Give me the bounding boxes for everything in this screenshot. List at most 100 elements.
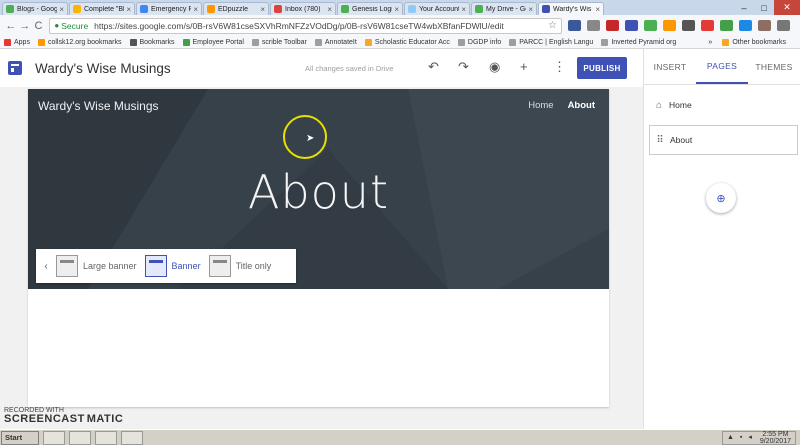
start-button[interactable]: Start xyxy=(1,430,39,445)
browser-tab[interactable]: Inbox (780) × xyxy=(270,2,336,15)
folder-icon xyxy=(722,38,730,46)
banner-option-large[interactable]: Large banner xyxy=(56,255,137,277)
close-icon[interactable]: × xyxy=(193,5,198,14)
url-input[interactable]: ● Secure https://sites.google.com/s/0B-r… xyxy=(49,17,562,34)
tab-label: Genesis Login xyxy=(352,5,393,13)
preview-icon[interactable]: ◉ xyxy=(489,59,500,75)
bookmark-item[interactable]: Employee Portal xyxy=(182,38,244,46)
extension-icon[interactable] xyxy=(663,20,676,31)
taskbar-app[interactable] xyxy=(69,430,91,445)
taskbar-app[interactable] xyxy=(43,430,65,445)
extension-icon[interactable] xyxy=(682,20,695,31)
banner-option-title-only[interactable]: Title only xyxy=(208,255,271,277)
bookmark-item[interactable]: Bookmarks xyxy=(129,38,175,46)
extension-icon[interactable] xyxy=(720,20,733,31)
browser-tab[interactable]: Blogs - Goog × xyxy=(2,2,68,15)
browser-tab[interactable]: Your Account × xyxy=(404,2,470,15)
taskbar-app[interactable] xyxy=(95,430,117,445)
nav-link-about[interactable]: About xyxy=(568,100,595,111)
back-button[interactable]: ← xyxy=(4,20,18,32)
extension-icon[interactable] xyxy=(587,20,600,31)
page-icon xyxy=(601,38,609,46)
browser-tab[interactable]: Emergency Pl × xyxy=(136,2,202,15)
extension-icon[interactable] xyxy=(758,20,771,31)
chevron-left-icon[interactable]: ‹ xyxy=(36,261,56,272)
maximize-button[interactable]: □ xyxy=(754,0,774,15)
close-icon[interactable]: × xyxy=(260,5,265,14)
page-icon xyxy=(509,38,517,46)
extension-icon[interactable] xyxy=(625,20,638,31)
tab-label: EDpuzzle xyxy=(218,5,248,13)
nav-link-home[interactable]: Home xyxy=(528,100,553,111)
site-title[interactable]: Wardy's Wise Musings xyxy=(35,61,171,76)
close-icon[interactable]: × xyxy=(59,5,64,14)
drag-handle-icon[interactable]: ⠿ xyxy=(650,135,670,146)
sites-logo-icon[interactable] xyxy=(8,61,22,75)
extension-icon[interactable] xyxy=(606,20,619,31)
banner-site-title[interactable]: Wardy's Wise Musings xyxy=(38,99,159,113)
reload-button[interactable]: C xyxy=(32,20,46,32)
forward-button[interactable]: → xyxy=(18,20,32,32)
taskbar-app[interactable] xyxy=(121,430,143,445)
minimize-button[interactable]: – xyxy=(734,0,754,15)
bookmark-label: Employee Portal xyxy=(192,38,244,46)
other-bookmarks[interactable]: Other bookmarks xyxy=(722,38,786,46)
extension-icon[interactable] xyxy=(777,20,790,31)
url-text[interactable]: https://sites.google.com/s/0B-rsV6W81cse… xyxy=(94,21,548,31)
close-icon[interactable]: × xyxy=(528,5,533,14)
bookmark-item[interactable]: DGDP info xyxy=(457,38,501,46)
banner-option-banner[interactable]: Banner xyxy=(144,255,201,277)
watermark-brand: MATIC xyxy=(86,413,124,425)
browser-tab[interactable]: EDpuzzle × xyxy=(203,2,269,15)
new-page-button[interactable]: ⊕ xyxy=(706,183,736,213)
extension-icon[interactable] xyxy=(701,20,714,31)
redo-icon[interactable]: ↷ xyxy=(458,59,469,75)
page-item-label: About xyxy=(670,135,693,145)
tray-icons[interactable]: ▲ ▪ ◂ xyxy=(727,434,754,441)
window-close-button[interactable]: ✕ xyxy=(774,0,800,15)
tab-label: Blogs - Goog xyxy=(17,5,58,13)
tab-favicon xyxy=(475,5,483,13)
mouse-cursor-icon: ➤ xyxy=(306,133,315,144)
option-label: Large banner xyxy=(83,261,137,271)
close-icon[interactable]: × xyxy=(126,5,131,14)
large-banner-icon xyxy=(56,255,78,277)
clock[interactable]: 2:55 PM 9/20/2017 xyxy=(760,431,791,445)
tab-themes[interactable]: THEMES xyxy=(748,49,800,84)
bookmark-label: Other bookmarks xyxy=(732,38,786,46)
bookmark-item[interactable]: collsk12.org bookmarks xyxy=(37,38,122,46)
bookmark-item[interactable]: Scholastic Educator Acc xyxy=(364,38,450,46)
browser-tab-active[interactable]: Wardy's Wis × xyxy=(538,2,604,15)
bookmark-apps[interactable]: Apps xyxy=(4,38,30,46)
browser-tab[interactable]: Complete "Bl × xyxy=(69,2,135,15)
banner-type-toolbar: ‹ Large banner Banner Title only xyxy=(36,249,296,283)
bookmark-item[interactable]: Inverted Pyramid org xyxy=(601,38,676,46)
page-item-home[interactable]: ⌂ Home xyxy=(649,91,798,119)
close-icon[interactable]: × xyxy=(327,5,332,14)
page-title[interactable]: About xyxy=(28,165,609,219)
extension-icon[interactable] xyxy=(739,20,752,31)
tab-label: Your Account xyxy=(419,5,460,13)
bookmark-item[interactable]: PARCC | English Langu xyxy=(509,38,593,46)
star-icon[interactable]: ☆ xyxy=(548,20,557,31)
close-icon[interactable]: × xyxy=(394,5,399,14)
close-icon[interactable]: × xyxy=(595,5,600,14)
tab-label: Inbox (780) xyxy=(285,5,321,13)
chevron-right-icon[interactable]: » xyxy=(708,39,712,46)
publish-button[interactable]: PUBLISH xyxy=(577,57,627,79)
browser-tab[interactable]: Genesis Login × xyxy=(337,2,403,15)
undo-icon[interactable]: ↶ xyxy=(428,59,439,75)
tab-pages[interactable]: PAGES xyxy=(696,49,748,84)
bookmark-item[interactable]: scrible Toolbar xyxy=(251,38,307,46)
more-icon[interactable]: ⋮ xyxy=(553,59,566,75)
bookmark-label: AnnotateIt xyxy=(324,38,357,46)
extension-icon[interactable] xyxy=(568,20,581,31)
browser-tab[interactable]: My Drive - Go × xyxy=(471,2,537,15)
bookmark-item[interactable]: AnnotateIt xyxy=(314,38,357,46)
share-icon[interactable]: + xyxy=(520,59,528,74)
close-icon[interactable]: × xyxy=(461,5,466,14)
extension-icon[interactable] xyxy=(644,20,657,31)
tab-insert[interactable]: INSERT xyxy=(644,49,696,84)
page-item-about[interactable]: ⠿ About xyxy=(649,125,798,155)
tab-favicon xyxy=(341,5,349,13)
